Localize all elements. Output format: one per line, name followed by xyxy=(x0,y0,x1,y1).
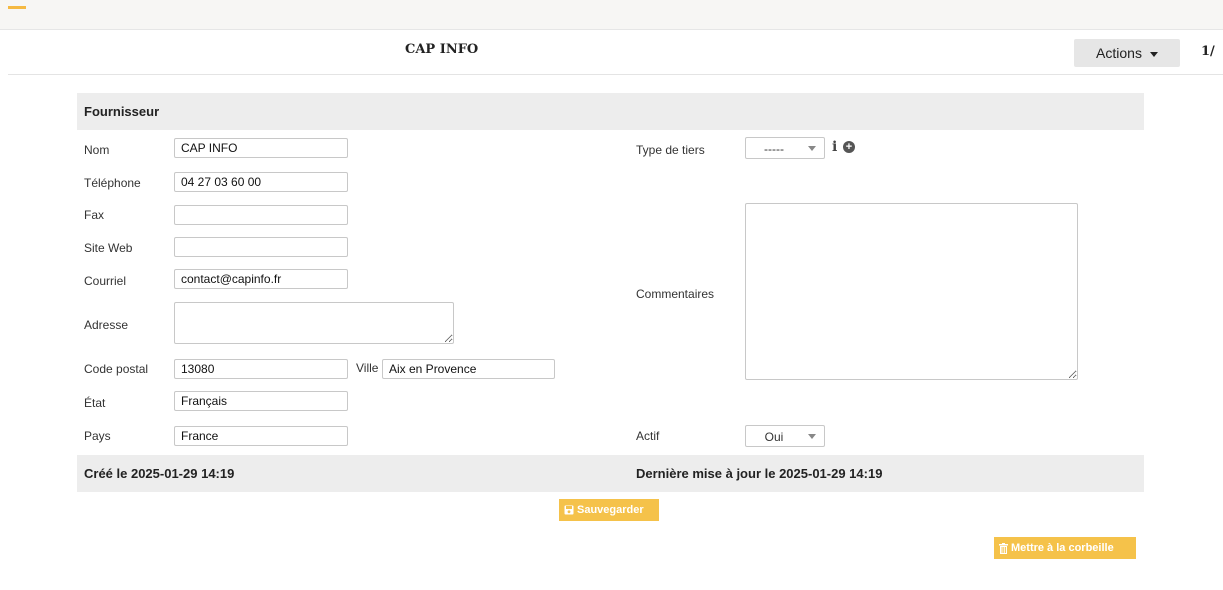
trash-icon xyxy=(999,542,1008,554)
code-postal-input[interactable] xyxy=(174,359,348,379)
pays-input[interactable] xyxy=(174,426,348,446)
dropdown-arrow-icon xyxy=(808,146,816,151)
label-code-postal: Code postal xyxy=(84,362,149,376)
page-title: CAP INFO xyxy=(405,42,479,57)
ville-input[interactable] xyxy=(382,359,555,379)
label-telephone: Téléphone xyxy=(84,176,141,190)
section-header: Fournisseur xyxy=(77,93,1144,130)
pager: 1/ xyxy=(1201,44,1215,59)
type-tiers-value: ----- xyxy=(764,142,784,156)
label-pays: Pays xyxy=(84,429,111,443)
type-tiers-select[interactable]: ----- xyxy=(745,137,825,159)
trash-button[interactable]: Mettre à la corbeille xyxy=(994,537,1136,559)
dropdown-arrow-icon xyxy=(808,434,816,439)
telephone-input[interactable] xyxy=(174,172,348,192)
label-actif: Actif xyxy=(636,429,660,443)
label-commentaires: Commentaires xyxy=(636,287,715,301)
etat-input[interactable] xyxy=(174,391,348,411)
fax-input[interactable] xyxy=(174,205,348,225)
label-type-tiers: Type de tiers xyxy=(636,143,705,157)
actions-label: Actions xyxy=(1096,45,1142,61)
courriel-input[interactable] xyxy=(174,269,348,289)
caret-down-icon xyxy=(1149,51,1158,57)
label-site-web: Site Web xyxy=(84,241,133,255)
updated-date: Dernière mise à jour le 2025-01-29 14:19 xyxy=(636,466,883,481)
info-icon[interactable]: i xyxy=(832,139,837,155)
site-web-input[interactable] xyxy=(174,237,348,257)
trash-label: Mettre à la corbeille xyxy=(1011,542,1114,554)
top-strip xyxy=(0,0,1223,30)
created-date: Créé le 2025-01-29 14:19 xyxy=(84,466,235,481)
label-ville: Ville xyxy=(356,361,379,375)
accent-bar xyxy=(8,6,26,9)
label-courriel: Courriel xyxy=(84,274,127,288)
add-circle-icon[interactable]: + xyxy=(843,141,855,153)
save-button[interactable]: Sauvegarder xyxy=(559,499,659,521)
commentaires-textarea[interactable] xyxy=(745,203,1078,380)
label-etat: État xyxy=(84,396,106,410)
actif-select[interactable]: Oui xyxy=(745,425,825,447)
metadata-bar: Créé le 2025-01-29 14:19 Dernière mise à… xyxy=(77,455,1144,492)
title-bar: CAP INFO Actions 1/ xyxy=(8,31,1223,75)
nom-input[interactable] xyxy=(174,138,348,158)
section-title: Fournisseur xyxy=(84,104,160,119)
adresse-textarea[interactable] xyxy=(174,302,454,344)
label-fax: Fax xyxy=(84,208,105,222)
actions-button[interactable]: Actions xyxy=(1074,39,1180,67)
label-adresse: Adresse xyxy=(84,318,129,332)
actif-value: Oui xyxy=(764,430,784,444)
save-label: Sauvegarder xyxy=(577,504,644,516)
floppy-disk-icon xyxy=(564,505,574,515)
label-nom: Nom xyxy=(84,143,110,157)
